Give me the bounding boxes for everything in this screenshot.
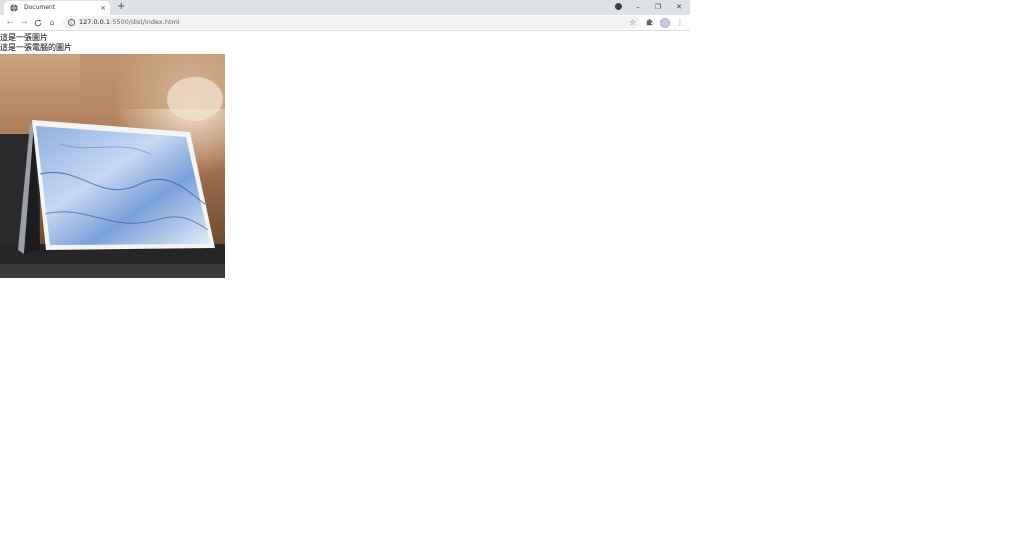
puzzle-icon[interactable] <box>646 18 654 26</box>
back-button[interactable]: ← <box>4 15 16 31</box>
minimize-button[interactable]: – <box>628 0 648 15</box>
star-icon[interactable]: ☆ <box>629 16 636 29</box>
home-button[interactable]: ⌂ <box>46 15 58 31</box>
reload-button[interactable] <box>32 15 44 31</box>
close-window-button[interactable]: ✕ <box>669 0 689 15</box>
reload-icon <box>34 19 42 27</box>
caption-line-2: 這是一張電腦的圖片 <box>0 43 72 52</box>
laptop-photo <box>0 54 225 278</box>
tab-document[interactable]: Document × <box>4 1 110 15</box>
avatar[interactable] <box>660 18 670 28</box>
tab-close-icon[interactable]: × <box>100 2 106 14</box>
restore-button[interactable]: ❐ <box>648 0 668 15</box>
record-icon[interactable] <box>615 3 622 10</box>
page-content: 這是一張圖片 這是一張電腦的圖片 <box>0 32 690 533</box>
tab-title: Document <box>24 4 56 11</box>
globe-icon <box>10 4 18 12</box>
tab-strip: Document × + – ❐ ✕ <box>0 0 690 15</box>
kebab-menu-icon[interactable]: ⋮ <box>676 17 684 29</box>
forward-button[interactable]: → <box>18 15 30 31</box>
url-host: 127.0.0.1 <box>79 18 111 26</box>
browser-toolbar: ← → ⌂ i 127.0.0.1:5500/dist/index.html ☆… <box>0 15 690 31</box>
browser-window: Document × + – ❐ ✕ ← → ⌂ i 127.0.0.1:550… <box>0 0 690 533</box>
url-text: 127.0.0.1:5500/dist/index.html <box>79 16 180 29</box>
caption-line-1: 這是一張圖片 <box>0 33 48 42</box>
url-path: :5500/dist/index.html <box>110 18 180 26</box>
new-tab-button[interactable]: + <box>117 1 125 13</box>
info-icon[interactable]: i <box>68 19 75 26</box>
address-bar[interactable]: i 127.0.0.1:5500/dist/index.html ☆ <box>62 16 640 29</box>
